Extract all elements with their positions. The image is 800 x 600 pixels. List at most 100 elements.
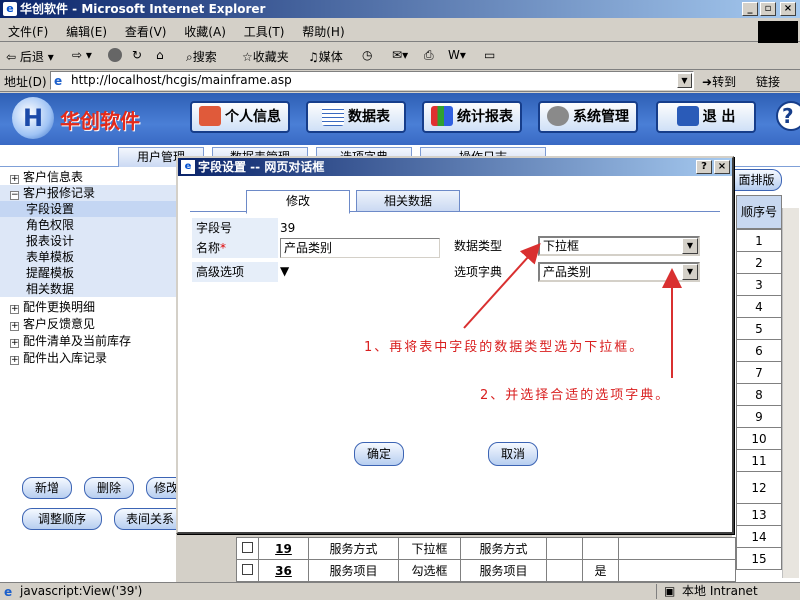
annotation-text-1: 1、再将表中字段的数据类型选为下拉框。	[364, 340, 645, 355]
row-checkbox[interactable]	[242, 563, 253, 575]
browser-toolbar: ⇦ 后退 ▾ ⇨ ▾ ↻ ⌂ ⌕搜索 ☆收藏夹 ♫媒体 ◷ ✉▾ ⎙ W▾ ▭	[0, 43, 800, 70]
page-icon: e	[54, 74, 63, 88]
left-action-buttons: 新增 删除 修改 调整顺序 表间关系	[0, 467, 186, 587]
bar-chart-icon	[431, 106, 453, 126]
table-row: 5	[736, 317, 782, 340]
menu-bar: 文件(F) 编辑(E) 查看(V) 收藏(A) 工具(T) 帮助(H)	[0, 20, 800, 42]
minimize-button[interactable]: _	[742, 2, 758, 16]
page-icon: e	[4, 585, 13, 599]
menu-help[interactable]: 帮助(H)	[294, 20, 350, 40]
reorder-button[interactable]: 调整顺序	[22, 508, 102, 530]
field-table-bottom: 19 服务方式 下拉框 服务方式 36 服务项目 勾选框 服务项目 是	[236, 537, 736, 582]
menu-favorites[interactable]: 收藏(A)	[176, 20, 232, 40]
ie-logo-icon: e	[3, 2, 17, 16]
nav-system-admin[interactable]: 系统管理	[538, 101, 638, 133]
table-row: 9	[736, 405, 782, 428]
tree-subitem-form-template[interactable]: 表单模板	[0, 249, 176, 265]
media-icon: ♫	[308, 50, 319, 64]
tree-item[interactable]: + 配件出入库记录	[0, 350, 176, 366]
menu-edit[interactable]: 编辑(E)	[58, 20, 113, 40]
table-row: 36 服务项目 勾选框 服务项目 是	[236, 559, 736, 582]
maximize-button[interactable]: ▫	[760, 2, 776, 16]
add-button[interactable]: 新增	[22, 477, 72, 499]
annotation-text-2: 2、并选择合适的选项字典。	[480, 388, 671, 403]
search-button[interactable]: ⌕搜索	[186, 48, 217, 65]
field-id-link[interactable]: 36	[258, 559, 309, 582]
cancel-button[interactable]: 取消	[488, 442, 538, 466]
layout-button[interactable]: 面排版	[732, 169, 782, 191]
expand-icon[interactable]: +	[10, 356, 19, 365]
search-icon: ⌕	[186, 50, 193, 64]
back-arrow-icon: ⇦	[6, 50, 17, 64]
table-tree: + 客户信息表 − 客户报修记录 字段设置 角色权限 报表设计 表单模板 提醒模板 …	[0, 167, 176, 467]
go-button[interactable]: ➜转到	[702, 73, 736, 90]
company-logo-icon: H	[12, 97, 54, 139]
tree-item[interactable]: + 配件清单及当前库存	[0, 333, 176, 349]
expand-icon[interactable]: +	[10, 339, 19, 348]
tree-item[interactable]: − 客户报修记录	[0, 185, 176, 201]
tree-subitem-related-data[interactable]: 相关数据	[0, 281, 176, 297]
field-id-link[interactable]: 19	[258, 537, 309, 560]
tab-modify[interactable]: 修改	[246, 190, 350, 214]
media-button[interactable]: ♫媒体	[308, 48, 343, 65]
table-row: 19 服务方式 下拉框 服务方式	[236, 537, 736, 560]
help-icon[interactable]: ?	[776, 101, 800, 131]
address-url: http://localhost/hcgis/mainframe.asp	[71, 73, 292, 87]
annotation-arrow-1	[463, 243, 541, 329]
tree-subitem-reminder-template[interactable]: 提醒模板	[0, 265, 176, 281]
status-divider	[656, 584, 657, 599]
history-button[interactable]: ◷	[362, 48, 372, 62]
delete-button[interactable]: 删除	[84, 477, 134, 499]
tree-item[interactable]: + 客户信息表	[0, 169, 176, 185]
tree-subitem-report-design[interactable]: 报表设计	[0, 233, 176, 249]
refresh-button[interactable]: ↻	[132, 48, 142, 62]
status-text: javascript:View('39')	[20, 584, 143, 598]
field-settings-dialog: e 字段设置 -- 网页对话框 ? × 修改 相关数据 字段号 39 名称* 产…	[176, 156, 734, 534]
address-dropdown-button[interactable]: ▼	[677, 73, 692, 88]
intranet-zone-icon: ▣	[664, 584, 676, 598]
stop-button[interactable]	[108, 48, 124, 63]
table-row: 3	[736, 273, 782, 296]
expand-icon[interactable]: +	[10, 305, 19, 314]
table-row: 13	[736, 503, 782, 526]
table-row: 4	[736, 295, 782, 318]
home-button[interactable]: ⌂	[156, 48, 164, 62]
edit-button[interactable]: W▾	[448, 48, 466, 62]
tree-item[interactable]: + 配件更换明细	[0, 299, 176, 315]
menu-view[interactable]: 查看(V)	[117, 20, 173, 40]
discuss-button[interactable]: ▭	[484, 48, 495, 62]
ok-button[interactable]: 确定	[354, 442, 404, 466]
back-button[interactable]: ⇦ 后退 ▾	[6, 48, 54, 65]
table-row: 12	[736, 471, 782, 504]
gear-icon	[547, 106, 569, 126]
print-button[interactable]: ⎙	[424, 48, 434, 63]
tree-subitem-field-settings[interactable]: 字段设置	[0, 201, 176, 217]
person-icon	[199, 106, 221, 126]
close-button[interactable]: ×	[780, 2, 796, 16]
favorites-button[interactable]: ☆收藏夹	[242, 48, 289, 65]
windows-flag-icon	[758, 21, 798, 43]
word-icon: W	[448, 48, 460, 62]
menu-tools[interactable]: 工具(T)	[236, 20, 291, 40]
links-button[interactable]: 链接	[756, 73, 780, 90]
vertical-scrollbar[interactable]	[782, 208, 799, 578]
row-checkbox[interactable]	[242, 541, 253, 553]
table-row: 7	[736, 361, 782, 384]
expand-icon[interactable]: +	[10, 322, 19, 331]
collapse-icon[interactable]: −	[10, 191, 19, 200]
menu-file[interactable]: 文件(F)	[0, 20, 54, 40]
expand-icon[interactable]: +	[10, 175, 19, 184]
refresh-icon: ↻	[132, 48, 143, 62]
table-row: 10	[736, 427, 782, 450]
tree-item[interactable]: + 客户反馈意见	[0, 316, 176, 332]
forward-button[interactable]: ⇨ ▾	[72, 48, 92, 62]
nav-statistics[interactable]: 统计报表	[422, 101, 522, 133]
discuss-icon: ▭	[484, 48, 496, 62]
nav-logout[interactable]: 退 出	[656, 101, 756, 133]
tree-subitem-role-permissions[interactable]: 角色权限	[0, 217, 176, 233]
nav-data-table[interactable]: 数据表	[306, 101, 406, 133]
address-bar: 地址(D) e http://localhost/hcgis/mainframe…	[0, 70, 800, 92]
address-input[interactable]: e http://localhost/hcgis/mainframe.asp	[50, 71, 694, 90]
mail-button[interactable]: ✉▾	[392, 48, 408, 62]
nav-personal-info[interactable]: 个人信息	[190, 101, 290, 133]
